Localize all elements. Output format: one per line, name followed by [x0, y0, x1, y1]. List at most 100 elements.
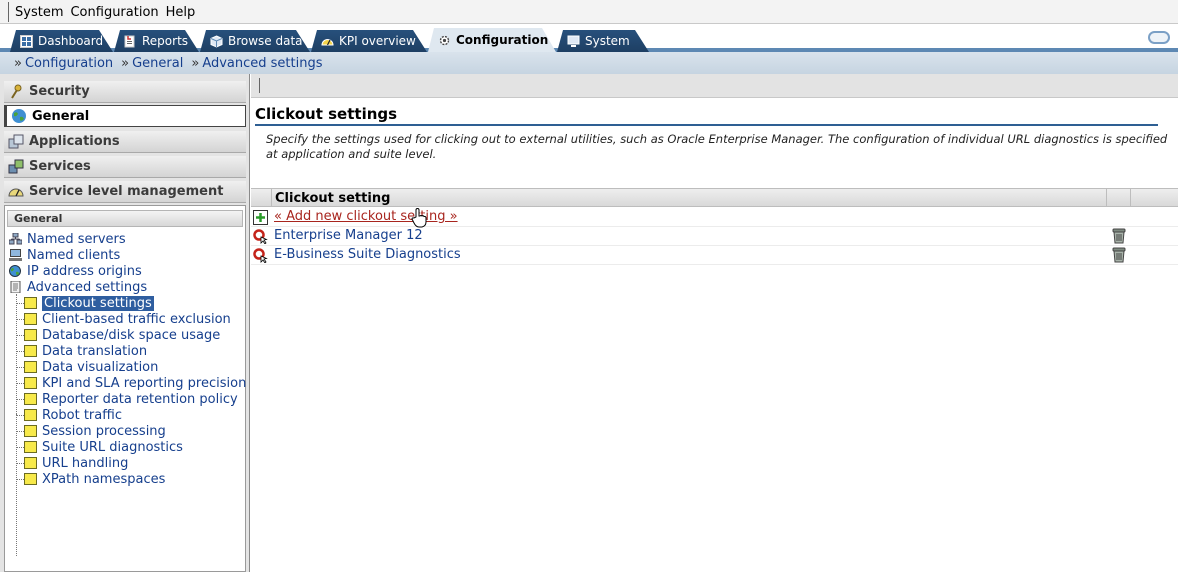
tree-label: Session processing — [42, 423, 166, 439]
delete-icon[interactable] — [1112, 228, 1126, 244]
network-icon — [9, 233, 22, 245]
tree-label: Reporter data retention policy — [42, 391, 238, 407]
folder-icon — [24, 441, 37, 453]
accordion-label: Applications — [29, 134, 120, 149]
tree-guide — [16, 431, 24, 432]
clickout-name[interactable]: Enterprise Manager 12 — [274, 228, 423, 243]
tab-system[interactable]: System — [557, 30, 649, 52]
accordion-security[interactable]: Security — [4, 81, 246, 103]
tab-dashboard[interactable]: Dashboard — [10, 30, 113, 52]
gauge-icon — [321, 35, 334, 48]
gauge-icon — [8, 188, 24, 196]
applications-icon — [8, 134, 24, 148]
folder-icon — [24, 393, 37, 405]
tree-label: Advanced settings — [27, 279, 148, 295]
tree-guide — [16, 383, 24, 384]
column-header-clickout-setting: Clickout setting — [275, 191, 391, 206]
globe-icon — [12, 109, 26, 123]
column-divider — [1130, 189, 1131, 207]
tree-label: Suite URL diagnostics — [42, 439, 183, 455]
tab-label: Browse data — [228, 34, 303, 48]
tree-label: Named servers — [27, 231, 126, 247]
tree-panel: General Named servers Named clients IP a… — [4, 205, 246, 572]
menubar: System Configuration Help — [0, 0, 1178, 24]
accordion-label: Security — [29, 84, 90, 99]
tab-kpi-overview[interactable]: KPI overview — [311, 30, 427, 52]
tree-label: Data visualization — [42, 359, 159, 375]
folder-icon — [24, 425, 37, 437]
page-title: Clickout settings — [255, 105, 398, 123]
tree-item-robot-traffic[interactable]: Robot traffic — [24, 407, 122, 423]
tree-item-advanced-settings[interactable]: Advanced settings — [9, 279, 147, 295]
tree-item-reporter-data-retention-policy[interactable]: Reporter data retention policy — [24, 391, 238, 407]
table-row[interactable]: E-Business Suite Diagnostics — [251, 246, 1178, 265]
clickout-link-icon — [253, 248, 268, 263]
tree-item-data-visualization[interactable]: Data visualization — [24, 359, 158, 375]
menu-configuration[interactable]: Configuration — [70, 5, 158, 20]
cube-icon — [210, 35, 223, 48]
add-icon[interactable] — [253, 210, 268, 225]
tab-strip: Dashboard Reports Browse data KPI overvi… — [0, 24, 1178, 52]
services-icon — [8, 159, 24, 173]
tree-guide — [16, 415, 24, 416]
tree-item-clickout-settings[interactable]: Clickout settings — [24, 295, 154, 311]
accordion-service-level-management[interactable]: Service level management — [4, 181, 246, 203]
tab-label: Configuration — [456, 33, 549, 47]
tab-label: Dashboard — [38, 34, 104, 48]
breadcrumb-general[interactable]: General — [132, 56, 183, 71]
breadcrumb-separator: » — [121, 55, 130, 71]
reports-icon — [124, 35, 137, 48]
accordion-label: General — [32, 108, 90, 124]
add-clickout-setting-link[interactable]: « Add new clickout setting » — [274, 209, 458, 224]
tree-guide — [16, 303, 24, 304]
tree-item-xpath-namespaces[interactable]: XPath namespaces — [24, 471, 165, 487]
folder-icon — [24, 377, 37, 389]
breadcrumb-advanced-settings[interactable]: Advanced settings — [202, 56, 322, 71]
breadcrumb-configuration[interactable]: Configuration — [25, 56, 113, 71]
tree-item-ip-address-origins[interactable]: IP address origins — [9, 263, 142, 279]
tree-guide — [16, 367, 24, 368]
folder-icon — [24, 345, 37, 357]
folder-icon — [24, 313, 37, 325]
folder-icon — [24, 457, 37, 469]
table-row[interactable]: Enterprise Manager 12 — [251, 227, 1178, 246]
folder-icon — [24, 297, 37, 309]
tab-browse-data[interactable]: Browse data — [200, 30, 310, 52]
globe-icon — [9, 265, 21, 277]
tree-guide — [16, 399, 24, 400]
toggle-header-button[interactable] — [1148, 31, 1170, 44]
tree-item-database-disk-space-usage[interactable]: Database/disk space usage — [24, 327, 220, 343]
tree-header: General — [7, 210, 243, 227]
clickout-name[interactable]: E-Business Suite Diagnostics — [274, 247, 461, 262]
tree-guide — [16, 463, 24, 464]
accordion-applications[interactable]: Applications — [4, 131, 246, 153]
tree-item-client-based-traffic-exclusion[interactable]: Client-based traffic exclusion — [24, 311, 231, 327]
column-divider — [271, 189, 272, 207]
menu-help[interactable]: Help — [166, 5, 196, 20]
tree-item-session-processing[interactable]: Session processing — [24, 423, 166, 439]
tab-configuration[interactable]: Configuration — [428, 28, 556, 52]
tree-label: KPI and SLA reporting precision — [42, 375, 247, 391]
delete-icon[interactable] — [1112, 247, 1126, 263]
tree-item-named-clients[interactable]: Named clients — [9, 247, 120, 263]
table-header: Clickout setting — [251, 188, 1178, 207]
tree-label: Client-based traffic exclusion — [42, 311, 231, 327]
accordion-general[interactable]: General — [4, 105, 246, 127]
tab-reports[interactable]: Reports — [114, 30, 199, 52]
tree-item-suite-url-diagnostics[interactable]: Suite URL diagnostics — [24, 439, 183, 455]
table-row-add: « Add new clickout setting » — [251, 208, 1178, 228]
tree-guide — [16, 335, 24, 336]
tree-item-kpi-and-sla-reporting-precision[interactable]: KPI and SLA reporting precision — [24, 375, 246, 391]
menu-system[interactable]: System — [15, 5, 63, 20]
tab-label: System — [585, 34, 630, 48]
breadcrumb: » Configuration » General » Advanced set… — [0, 52, 1178, 74]
accordion-services[interactable]: Services — [4, 156, 246, 178]
breadcrumb-separator: » — [191, 55, 200, 71]
tree-item-named-servers[interactable]: Named servers — [9, 231, 126, 247]
tree-item-url-handling[interactable]: URL handling — [24, 455, 128, 471]
tree-label: Data translation — [42, 343, 148, 359]
clickout-link-icon — [253, 229, 268, 244]
tree-label: XPath namespaces — [42, 471, 166, 487]
breadcrumb-separator: » — [14, 55, 22, 71]
tree-item-data-translation[interactable]: Data translation — [24, 343, 147, 359]
